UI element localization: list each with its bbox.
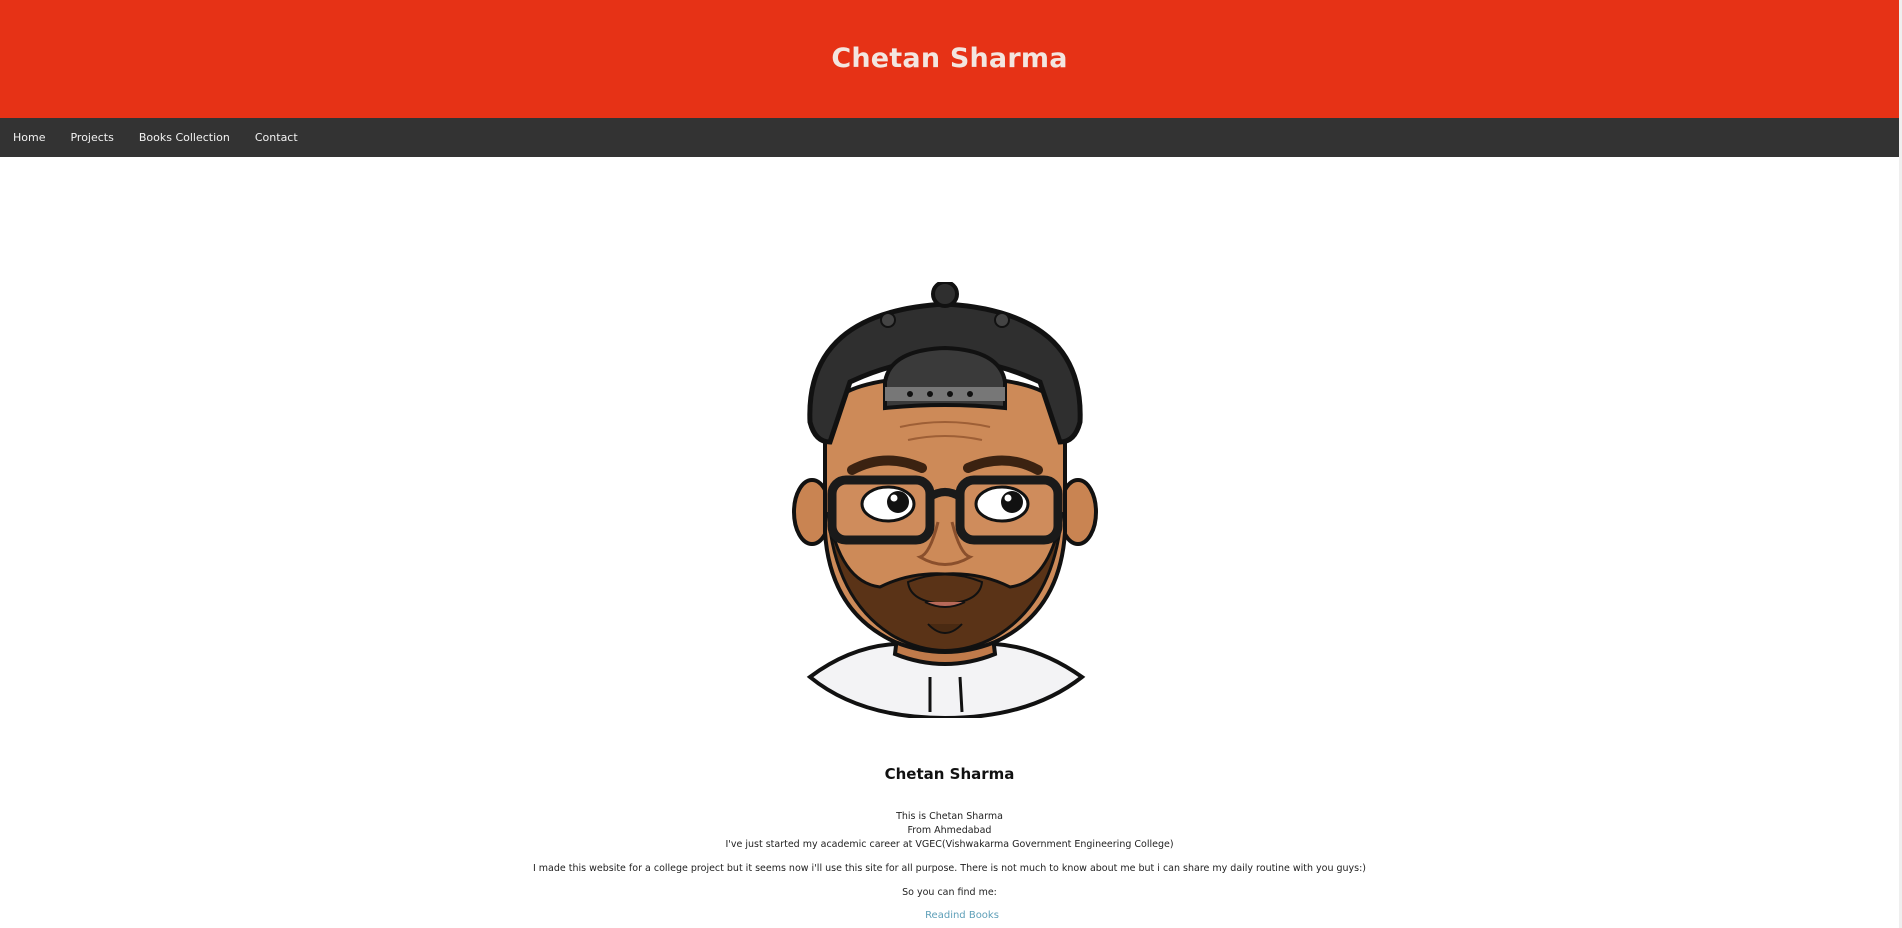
nav-projects[interactable]: Projects — [58, 118, 126, 157]
nav-home[interactable]: Home — [0, 118, 58, 157]
nav-books-collection[interactable]: Books Collection — [126, 118, 242, 157]
intro-line-1: This is Chetan Sharma — [896, 811, 1003, 822]
site-title: Chetan Sharma — [831, 42, 1068, 74]
intro-line-3: I've just started my academic career at … — [725, 839, 1174, 850]
site-header: Chetan Sharma — [0, 0, 1899, 118]
nav-contact[interactable]: Contact — [242, 118, 310, 157]
reading-books-link[interactable]: Readind Books — [925, 910, 999, 921]
top-nav: Home Projects Books Collection Contact — [0, 118, 1899, 157]
intro-line-2: From Ahmedabad — [907, 825, 992, 836]
bitmoji-avatar-icon — [792, 282, 1098, 718]
profile-name: Chetan Sharma — [884, 765, 1015, 783]
intro-paragraph: I made this website for a college projec… — [532, 863, 1367, 874]
profile-section: Chetan Sharma This is Chetan Sharma From… — [0, 765, 1899, 922]
find-me-text: So you can find me: — [902, 887, 997, 898]
